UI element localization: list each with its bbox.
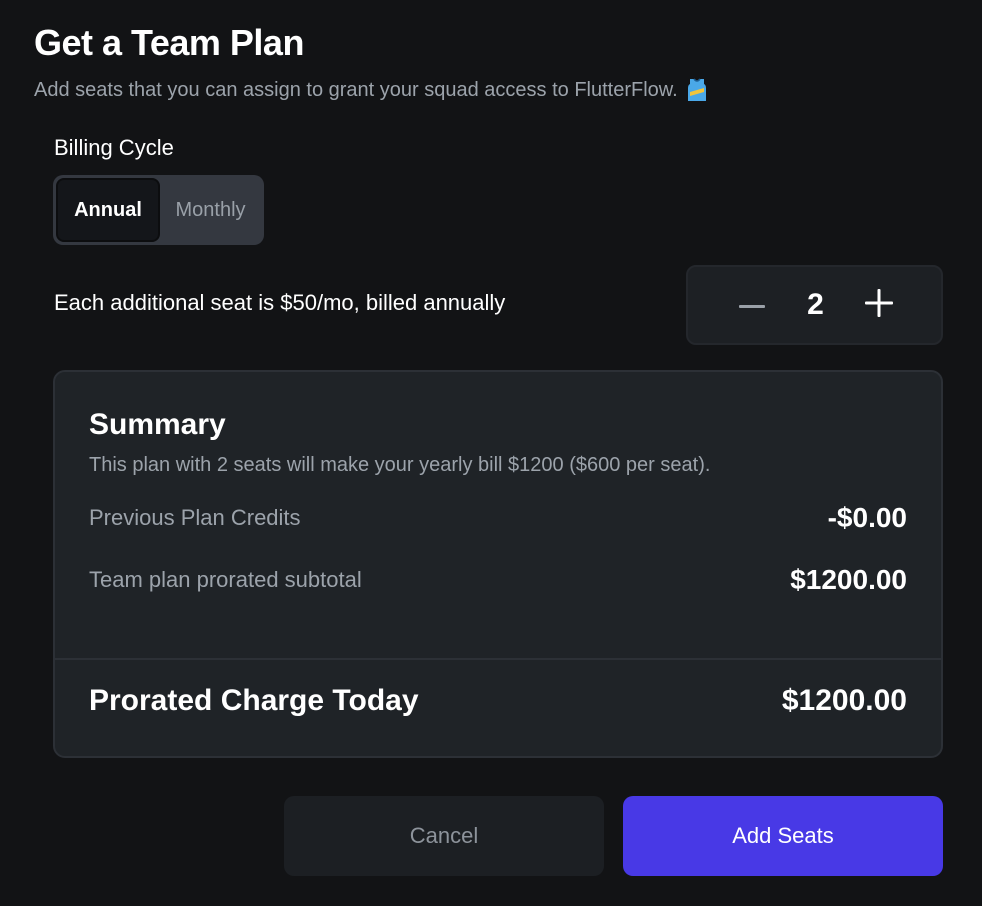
summary-row-label: Team plan prorated subtotal: [89, 567, 362, 592]
total-value: $1200.00: [781, 684, 907, 717]
summary-row-subtotal: Team plan prorated subtotal $1200.00: [89, 564, 907, 596]
cancel-button[interactable]: Cancel: [284, 796, 604, 876]
page-subtitle: Add seats that you can assign to grant y…: [34, 78, 708, 102]
subtitle-text: Add seats that you can assign to grant y…: [34, 78, 678, 101]
summary-row-value: $1200.00: [790, 564, 907, 595]
summary-row-label: Previous Plan Credits: [89, 505, 301, 530]
summary-description: This plan with 2 seats will make your ye…: [89, 454, 711, 476]
seat-quantity-stepper: 2: [686, 265, 943, 345]
billing-option-annual[interactable]: Annual: [56, 178, 160, 242]
billing-option-monthly[interactable]: Monthly: [160, 178, 261, 242]
summary-row-credits: Previous Plan Credits -$0.00: [89, 502, 907, 534]
billing-cycle-toggle: Annual Monthly: [53, 175, 264, 245]
seat-count: 2: [807, 288, 824, 321]
page-title: Get a Team Plan: [34, 22, 304, 63]
minus-icon: [739, 296, 765, 314]
summary-card: Summary This plan with 2 seats will make…: [53, 370, 943, 758]
add-seats-button[interactable]: Add Seats: [623, 796, 943, 876]
plus-icon: [865, 288, 893, 322]
jersey-icon: [686, 78, 708, 102]
increment-seats-button[interactable]: [865, 288, 893, 322]
summary-title: Summary: [89, 408, 226, 441]
summary-row-value: -$0.00: [827, 502, 907, 533]
total-label: Prorated Charge Today: [89, 684, 419, 717]
summary-divider: [55, 658, 941, 660]
seat-price-info: Each additional seat is $50/mo, billed a…: [54, 290, 506, 315]
decrement-seats-button[interactable]: [738, 291, 766, 319]
billing-cycle-label: Billing Cycle: [54, 135, 174, 160]
summary-total-row: Prorated Charge Today $1200.00: [89, 684, 907, 718]
